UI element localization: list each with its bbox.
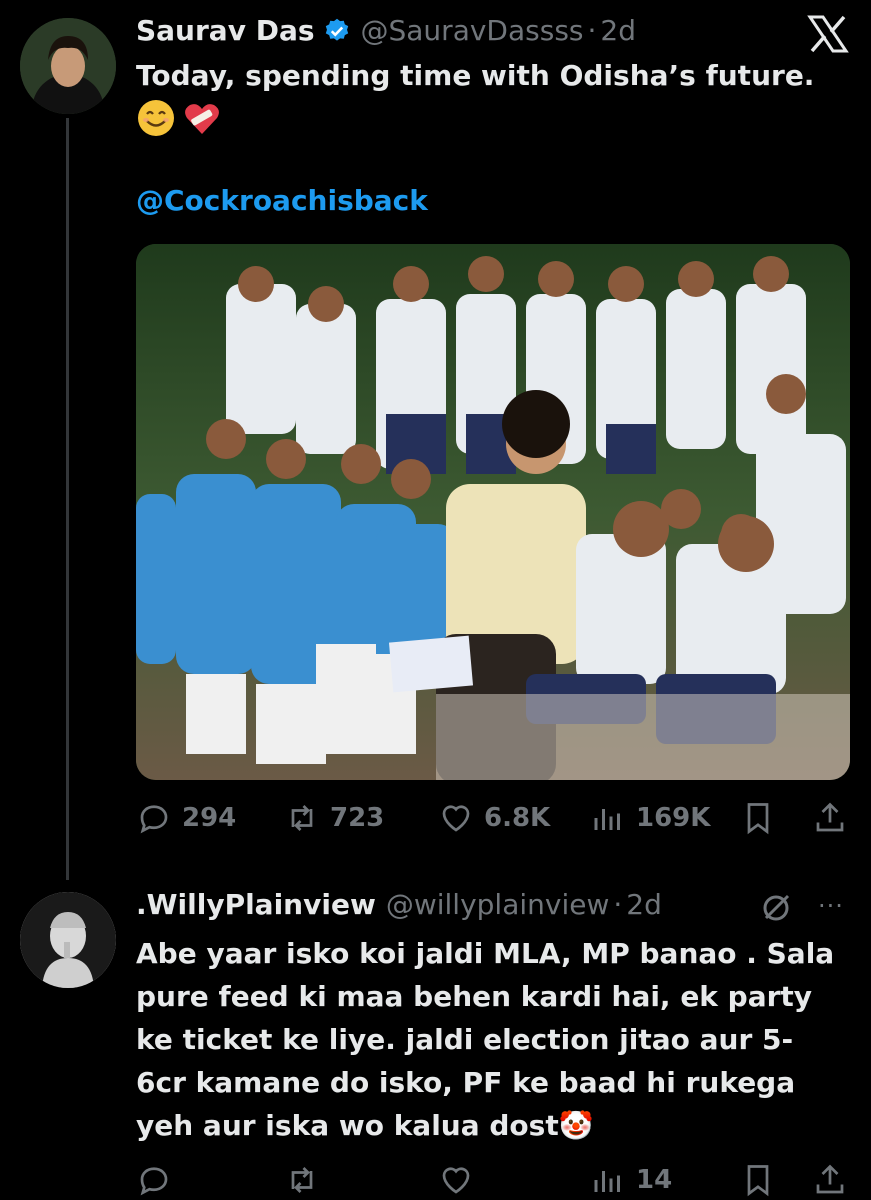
reply-button[interactable] bbox=[136, 1162, 172, 1198]
repost-icon bbox=[291, 805, 313, 831]
x-logo-icon bbox=[807, 15, 849, 53]
reply-author-name[interactable]: .WillyPlainview bbox=[136, 888, 376, 921]
reply-timestamp[interactable]: 2d bbox=[626, 888, 662, 921]
share-icon bbox=[816, 1164, 844, 1194]
like-count: 6.8K bbox=[484, 803, 551, 833]
bookmark-button[interactable] bbox=[740, 800, 776, 836]
avatar[interactable] bbox=[20, 892, 116, 988]
share-button[interactable] bbox=[812, 800, 848, 836]
views-count: 14 bbox=[636, 1165, 673, 1195]
reply-author-handle[interactable]: @willyplainview bbox=[386, 888, 610, 921]
like-icon bbox=[442, 805, 470, 832]
emoji-row bbox=[136, 98, 222, 138]
repost-button[interactable] bbox=[284, 1162, 320, 1198]
bookmark-icon bbox=[747, 803, 769, 835]
avatar[interactable] bbox=[20, 18, 116, 114]
tweet-actions: 294 723 6.8K 169K bbox=[136, 798, 850, 838]
like-button[interactable] bbox=[438, 1162, 474, 1198]
reply-header: .WillyPlainview @willyplainview · 2d bbox=[136, 888, 662, 921]
views-icon bbox=[594, 809, 620, 830]
verified-badge-icon bbox=[325, 18, 348, 41]
author-handle[interactable]: @SauravDassss bbox=[361, 14, 584, 47]
tweet-header: Saurav Das @SauravDassss · 2d bbox=[136, 14, 636, 47]
repost-count: 723 bbox=[330, 803, 385, 833]
share-button[interactable] bbox=[812, 1162, 848, 1198]
reply-text: Abe yaar isko koi jaldi MLA, MP banao . … bbox=[136, 937, 835, 1142]
views-icon bbox=[594, 1171, 620, 1192]
views-button[interactable]: 169K bbox=[590, 800, 710, 836]
author-name[interactable]: Saurav Das bbox=[136, 14, 315, 47]
views-button[interactable]: 14 bbox=[590, 1162, 672, 1198]
repost-button[interactable]: 723 bbox=[284, 800, 384, 836]
reply-button[interactable]: 294 bbox=[136, 800, 236, 836]
bookmark-button[interactable] bbox=[740, 1162, 776, 1198]
thread-connector-line bbox=[66, 118, 69, 880]
like-icon bbox=[442, 1167, 470, 1194]
mention-link[interactable]: @Cockroachisback bbox=[136, 184, 428, 217]
separator-dot: · bbox=[613, 888, 623, 921]
timestamp[interactable]: 2d bbox=[600, 14, 636, 47]
grok-icon[interactable] bbox=[758, 890, 794, 926]
share-icon bbox=[816, 802, 844, 832]
reply-icon bbox=[140, 805, 168, 834]
like-button[interactable]: 6.8K bbox=[438, 800, 550, 836]
repost-icon bbox=[291, 1167, 313, 1193]
separator-dot: · bbox=[587, 14, 597, 47]
more-icon[interactable]: ··· bbox=[818, 892, 844, 920]
views-count: 169K bbox=[636, 803, 711, 833]
reply-count: 294 bbox=[182, 803, 237, 833]
reply-icon bbox=[140, 1167, 168, 1196]
reply-actions: 14 bbox=[136, 1160, 850, 1200]
mending-heart-emoji-icon bbox=[185, 104, 219, 134]
bookmark-icon bbox=[747, 1165, 769, 1197]
tweet-text: Today, spending time with Odisha’s futur… bbox=[136, 59, 815, 92]
tweet-photo[interactable] bbox=[136, 244, 850, 780]
smiling-face-emoji-icon bbox=[138, 100, 174, 136]
